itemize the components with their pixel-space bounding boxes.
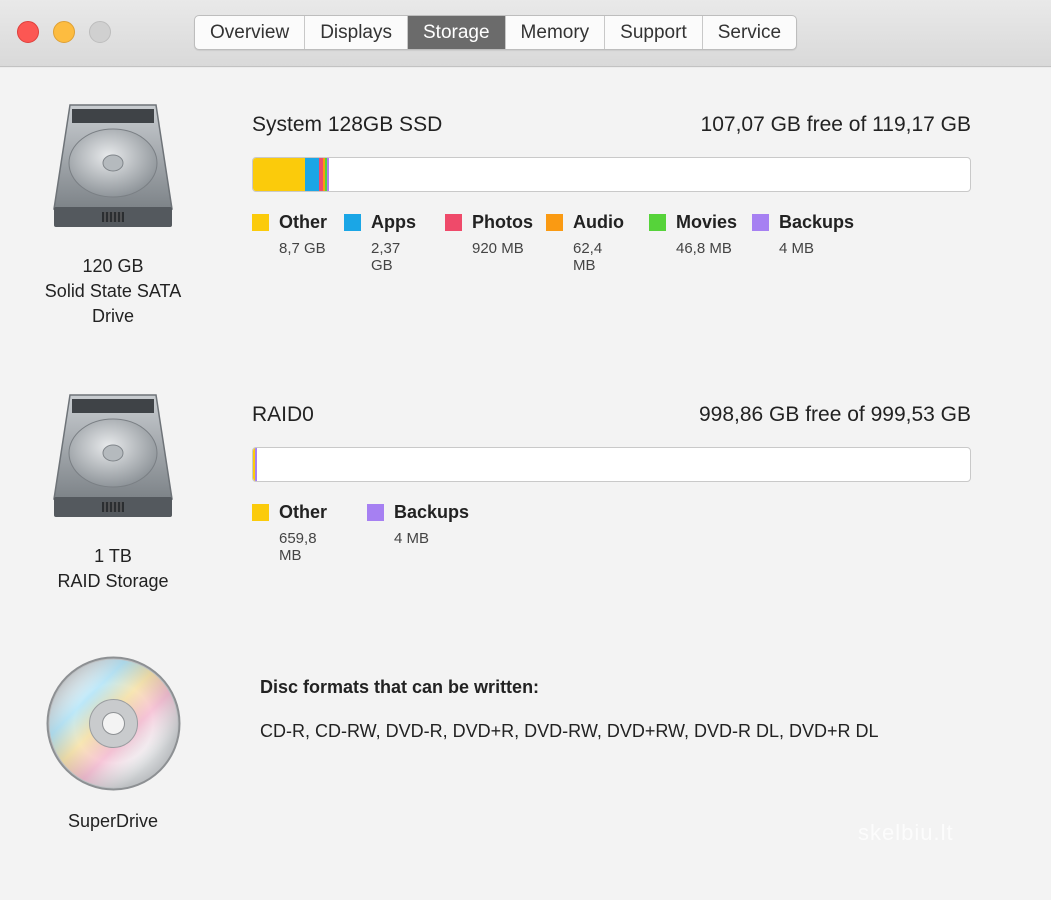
legend-item-movies: Movies 46,8 MB — [649, 212, 737, 257]
disc-formats-title: Disc formats that can be written: — [260, 677, 540, 697]
hard-drive-icon — [50, 101, 176, 229]
tab-service[interactable]: Service — [703, 16, 796, 49]
swatch-backups — [752, 213, 769, 231]
volume-name: System 128GB SSD — [252, 113, 443, 136]
volume-name: RAID0 — [252, 403, 314, 426]
volume-free-space: 107,07 GB free of 119,17 GB — [700, 113, 971, 136]
swatch-other — [252, 213, 269, 231]
legend-item-backups: Backups 4 MB — [367, 502, 469, 547]
cd-disc-icon — [45, 655, 182, 797]
drive-type: Solid State SATA — [44, 281, 182, 301]
legend-item-photos: Photos 920 MB — [445, 212, 533, 257]
usage-segment-backups — [255, 448, 257, 481]
legend-item-other: Other 8,7 GB — [252, 212, 327, 257]
hard-drive-icon — [50, 391, 176, 519]
storage-panel: 120 GB Solid State SATA Drive System 128… — [0, 68, 1051, 900]
swatch-backups — [367, 503, 384, 521]
volume-free-space: 998,86 GB free of 999,53 GB — [698, 403, 971, 426]
tab-displays[interactable]: Displays — [305, 16, 408, 49]
swatch-photos — [445, 213, 462, 231]
legend-item-apps: Apps 2,37 GB — [344, 212, 416, 274]
usage-segment-other — [253, 158, 305, 191]
usage-segment-backups — [327, 158, 329, 191]
zoom-window-button[interactable] — [89, 21, 111, 43]
drive-capacity: 120 GB — [82, 256, 144, 276]
window-titlebar: Overview Displays Storage Memory Support… — [0, 0, 1051, 67]
drive-type-cont: Drive — [91, 306, 134, 326]
swatch-movies — [649, 213, 666, 231]
tab-support[interactable]: Support — [605, 16, 703, 49]
drive-type: RAID Storage — [57, 571, 169, 591]
tab-bar: Overview Displays Storage Memory Support… — [194, 15, 798, 50]
storage-usage-bar[interactable] — [252, 447, 971, 482]
storage-usage-bar[interactable] — [252, 157, 971, 192]
watermark: skelbiu.lt — [858, 820, 954, 845]
drive-label-raid: 1 TB RAID Storage — [13, 544, 213, 594]
swatch-other — [252, 503, 269, 521]
tab-storage[interactable]: Storage — [408, 16, 506, 49]
disc-formats-list: CD-R, CD-RW, DVD-R, DVD+R, DVD-RW, DVD+R… — [260, 721, 879, 741]
legend-item-backups: Backups 4 MB — [752, 212, 854, 257]
swatch-audio — [546, 213, 563, 231]
minimize-window-button[interactable] — [53, 21, 75, 43]
usage-segment-apps — [305, 158, 319, 191]
drive-label-ssd: 120 GB Solid State SATA Drive — [13, 254, 213, 329]
legend-item-other: Other 659,8 MB — [252, 502, 327, 564]
tab-overview[interactable]: Overview — [195, 16, 306, 49]
tab-memory[interactable]: Memory — [506, 16, 606, 49]
close-window-button[interactable] — [17, 21, 39, 43]
superdrive-label: SuperDrive — [67, 811, 159, 831]
legend-item-audio: Audio 62,4 MB — [546, 212, 624, 274]
drive-capacity: 1 TB — [94, 546, 132, 566]
swatch-apps — [344, 213, 361, 231]
